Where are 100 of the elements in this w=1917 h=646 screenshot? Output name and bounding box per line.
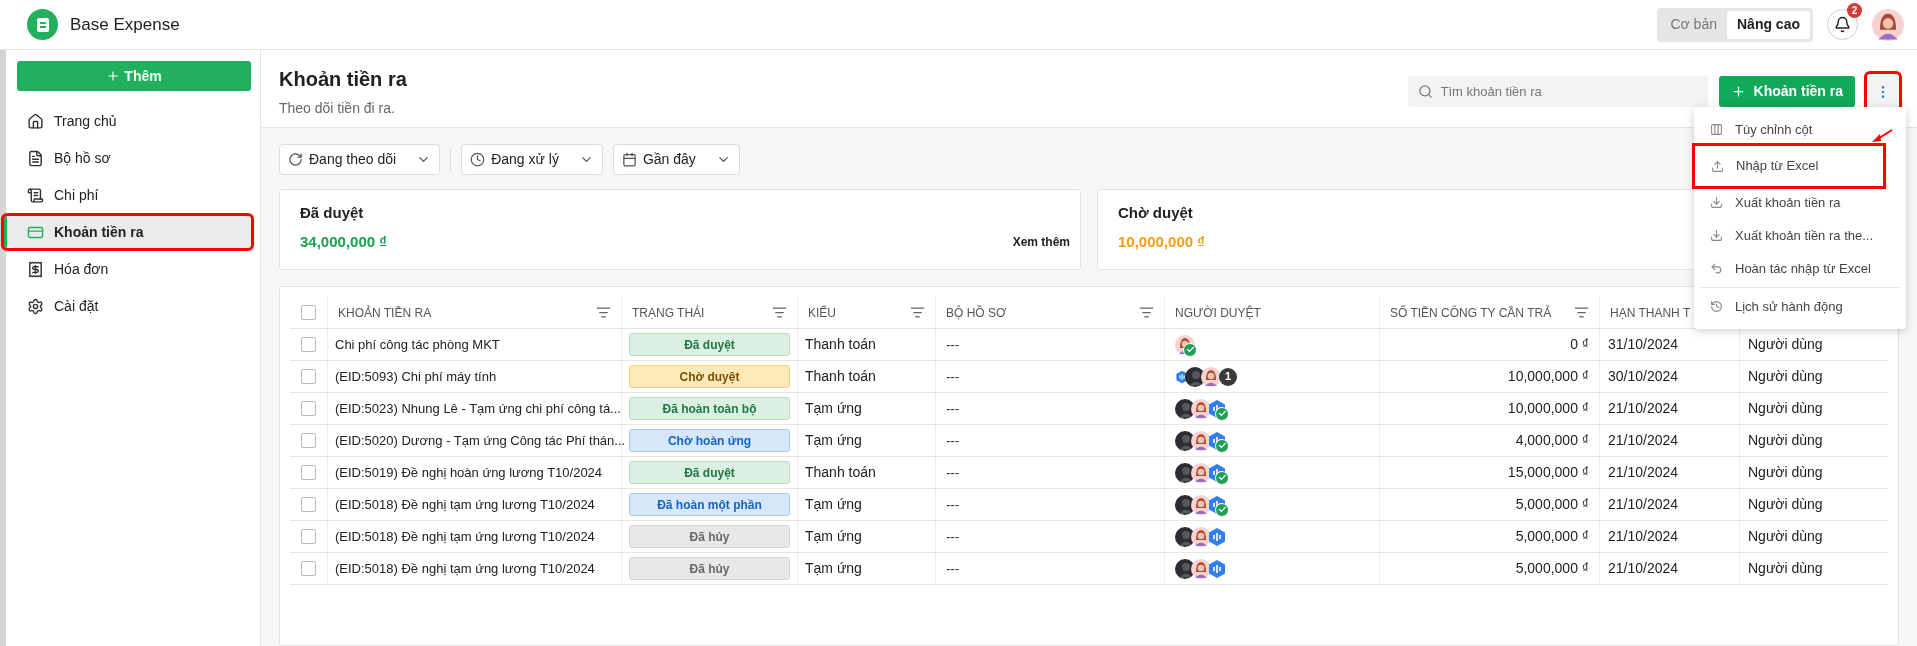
filter-dropdown[interactable]: Đang xử lý bbox=[461, 144, 603, 175]
table-cell-text: 30/10/2024 bbox=[1608, 367, 1679, 386]
sidebar-item[interactable]: Cài đặt bbox=[17, 290, 251, 322]
row-checkbox[interactable] bbox=[301, 401, 316, 416]
status-tag: Đã hoàn một phần bbox=[629, 493, 790, 516]
table-cell-text: 21/10/2024 bbox=[1608, 463, 1679, 482]
row-checkbox[interactable] bbox=[301, 497, 316, 512]
avatar-icon bbox=[1191, 462, 1211, 483]
table-cell-text: 0 ₫ bbox=[1570, 335, 1589, 354]
card-amount: 34,000,000 ₫ bbox=[300, 231, 387, 252]
search-icon bbox=[1417, 84, 1433, 99]
user-avatar[interactable] bbox=[1872, 8, 1904, 41]
select-all-checkbox[interactable] bbox=[301, 305, 316, 320]
sidebar-item[interactable]: Bộ hồ sơ bbox=[17, 142, 251, 174]
table-cell-text: Người dùng bbox=[1748, 463, 1823, 482]
table-cell-text: (EID:5018) Đề nghị tạm ứng lương T10/2024 bbox=[335, 495, 595, 514]
table-cell-text: 5,000,000 ₫ bbox=[1515, 495, 1589, 514]
card-title: Chờ duyệt bbox=[1118, 203, 1193, 223]
status-tag: Đã duyệt bbox=[629, 461, 790, 484]
filter-icon[interactable] bbox=[596, 305, 611, 320]
table-cell-text: Chi phí công tác phòng MKT bbox=[335, 335, 500, 354]
menu-icon bbox=[27, 297, 44, 315]
table-cell-text: 21/10/2024 bbox=[1608, 495, 1679, 514]
table-cell-text: Người dùng bbox=[1748, 559, 1823, 578]
table-cell-text: --- bbox=[946, 335, 959, 354]
filter-icon[interactable] bbox=[910, 305, 925, 320]
table-cell-text: --- bbox=[946, 367, 959, 386]
card-amount: 10,000,000 ₫ bbox=[1118, 231, 1205, 252]
filter-dropdown[interactable]: Gần đây bbox=[612, 144, 740, 175]
row-checkbox[interactable] bbox=[301, 369, 316, 384]
menu-item[interactable]: Lịch sử hành động bbox=[1694, 290, 1906, 323]
filter-icon[interactable] bbox=[1574, 305, 1589, 320]
menu-item-icon bbox=[1710, 300, 1723, 313]
menu-item[interactable]: Tùy chỉnh cột bbox=[1694, 113, 1906, 146]
menu-item-icon bbox=[1710, 229, 1723, 242]
table-cell-text: Người dùng bbox=[1748, 399, 1823, 418]
filter-dropdown[interactable]: Đang theo dõi bbox=[279, 144, 441, 175]
table-cell-text: 21/10/2024 bbox=[1608, 527, 1679, 546]
table-cell-text: --- bbox=[946, 527, 959, 546]
table-cell-text: 5,000,000 ₫ bbox=[1515, 527, 1589, 546]
more-button[interactable] bbox=[1867, 74, 1899, 109]
menu-item[interactable]: Xuất khoản tiền ra bbox=[1694, 186, 1906, 219]
see-more-link[interactable]: Xem thêm bbox=[1012, 233, 1070, 251]
menu-icon bbox=[27, 149, 44, 167]
menu-item[interactable]: Xuất khoản tiền ra the... bbox=[1694, 219, 1906, 252]
menu-item[interactable]: Hoàn tác nhập từ Excel bbox=[1694, 252, 1906, 285]
column-header: HẠN THANH T bbox=[1610, 304, 1691, 322]
row-checkbox[interactable] bbox=[301, 337, 316, 352]
row-checkbox[interactable] bbox=[301, 465, 316, 480]
bell-icon bbox=[1834, 16, 1851, 33]
plus-icon bbox=[106, 69, 121, 83]
sidebar-item[interactable]: Khoản tiền ra bbox=[4, 216, 251, 248]
table-cell-text: --- bbox=[946, 559, 959, 578]
row-checkbox[interactable] bbox=[301, 529, 316, 544]
app-title: Base Expense bbox=[70, 13, 180, 36]
table-cell-text: 10,000,000 ₫ bbox=[1507, 399, 1589, 418]
column-header: KHOẢN TIỀN RA bbox=[338, 304, 432, 322]
sidebar-item[interactable]: Hóa đơn bbox=[17, 253, 251, 285]
table-cell-text: --- bbox=[946, 495, 959, 514]
table-cell-text: Người dùng bbox=[1748, 367, 1823, 386]
table-cell-text: (EID:5019) Đề nghị hoàn ứng lương T10/2024 bbox=[335, 463, 603, 482]
search-field[interactable]: Tìm khoản tiền ra bbox=[1407, 76, 1708, 107]
sidebar-item[interactable]: Chi phí bbox=[17, 179, 251, 211]
menu-icon bbox=[27, 112, 44, 130]
column-header: TRẠNG THÁI bbox=[632, 304, 705, 322]
table-cell-text: --- bbox=[946, 399, 959, 418]
column-header: BỘ HỒ SƠ bbox=[946, 304, 1007, 322]
filter-icon[interactable] bbox=[772, 305, 787, 320]
table-cell-text: (EID:5018) Đề nghị tạm ứng lương T10/2024 bbox=[335, 559, 595, 578]
table-cell-text: 21/10/2024 bbox=[1608, 399, 1679, 418]
status-tag: Đã hủy bbox=[629, 557, 790, 580]
table-cell-text: Tạm ứng bbox=[805, 431, 862, 450]
avatar-icon bbox=[1191, 526, 1211, 547]
table-cell-text: 5,000,000 ₫ bbox=[1515, 559, 1589, 578]
page-title: Khoản tiền ra bbox=[279, 67, 407, 92]
table-cell-text: (EID:5020) Dương - Tạm ứng Công tác Phí thán... bbox=[335, 431, 626, 450]
table-cell-text: 10,000,000 ₫ bbox=[1507, 367, 1589, 386]
table-cell-text: Người dùng bbox=[1748, 527, 1823, 546]
notification-count: 2 bbox=[1847, 3, 1862, 18]
table-cell-text: Tạm ứng bbox=[805, 399, 862, 418]
sidebar-item[interactable]: Trang chủ bbox=[17, 105, 251, 137]
menu-icon bbox=[27, 186, 44, 204]
filter-icon[interactable] bbox=[1139, 305, 1154, 320]
filter-icon bbox=[288, 152, 303, 167]
row-checkbox[interactable] bbox=[301, 561, 316, 576]
table-cell-text: Người dùng bbox=[1748, 431, 1823, 450]
card-title: Đã duyệt bbox=[300, 203, 364, 223]
mode-tab[interactable]: Nâng cao bbox=[1727, 10, 1810, 39]
mode-tab[interactable]: Cơ bản bbox=[1660, 10, 1727, 39]
row-checkbox[interactable] bbox=[301, 433, 316, 448]
more-count: 1 bbox=[1219, 367, 1237, 386]
scrollbar[interactable] bbox=[0, 50, 6, 646]
menu-item[interactable]: Nhập từ Excel bbox=[1695, 146, 1883, 186]
menu-icon bbox=[27, 260, 44, 278]
avatar-icon bbox=[1191, 398, 1211, 419]
table-cell-text: Người dùng bbox=[1748, 335, 1823, 354]
filter-icon bbox=[470, 152, 486, 167]
table-cell-text: 21/10/2024 bbox=[1608, 559, 1679, 578]
avatar-icon bbox=[1191, 494, 1211, 515]
column-header: KIỂU bbox=[808, 304, 836, 322]
